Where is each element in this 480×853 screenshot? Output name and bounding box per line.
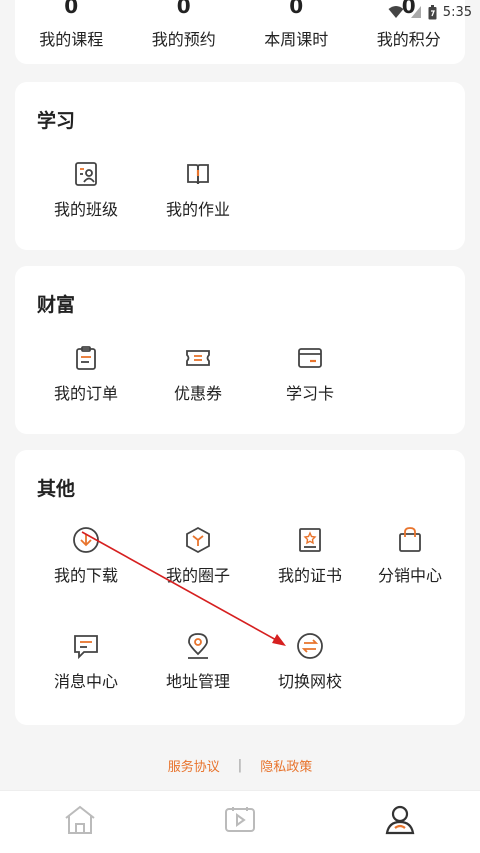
message-icon — [72, 632, 100, 660]
switch-icon — [296, 632, 324, 660]
location-icon — [184, 632, 212, 660]
stat-my-appointments[interactable]: 0 我的预约 — [128, 0, 241, 64]
bag-icon — [396, 526, 424, 554]
privacy-policy-link[interactable]: 隐私政策 — [260, 756, 312, 775]
stat-value: 0 — [289, 0, 304, 18]
study-section: 学习 我的班级 我的作业 — [15, 82, 465, 250]
homework-icon — [184, 160, 212, 188]
grid-item-label: 分销中心 — [377, 566, 442, 585]
coupon-icon — [184, 344, 212, 372]
circle-icon — [184, 526, 212, 554]
stat-label: 本周课时 — [264, 30, 329, 49]
my-orders-button[interactable]: 我的订单 — [30, 344, 142, 404]
address-management-button[interactable]: 地址管理 — [142, 632, 254, 692]
tab-profile[interactable] — [320, 791, 480, 853]
stat-label: 我的课程 — [39, 30, 104, 49]
stat-value: 0 — [176, 0, 191, 18]
grid-item-label: 学习卡 — [285, 384, 334, 403]
status-bar: 5:35 — [388, 0, 480, 24]
grid-item-label: 我的下载 — [53, 566, 118, 585]
my-downloads-button[interactable]: 我的下载 — [30, 526, 142, 586]
stat-value: 0 — [64, 0, 79, 18]
tab-video[interactable] — [160, 791, 320, 853]
grid-item-label: 我的作业 — [165, 200, 230, 219]
grid-item-label: 消息中心 — [53, 672, 118, 691]
section-title: 财富 — [37, 294, 76, 316]
signal-icon — [410, 5, 422, 19]
tab-home[interactable] — [0, 791, 160, 853]
coupons-button[interactable]: 优惠券 — [142, 344, 254, 404]
stat-label: 我的预约 — [151, 30, 216, 49]
message-center-button[interactable]: 消息中心 — [30, 632, 142, 692]
my-class-button[interactable]: 我的班级 — [30, 160, 142, 220]
stat-label: 我的积分 — [376, 30, 441, 49]
grid-item-label: 我的证书 — [277, 566, 342, 585]
service-agreement-link[interactable]: 服务协议 — [168, 756, 220, 775]
section-title: 学习 — [37, 110, 76, 132]
grid-item-label: 我的圈子 — [165, 566, 230, 585]
grid-item-label: 我的订单 — [53, 384, 118, 403]
order-icon — [72, 344, 100, 372]
class-icon — [72, 160, 100, 188]
other-section: 其他 我的下载 我的圈子 我的证书 分销中心 消息中心 地址管理 切换网校 — [15, 450, 465, 725]
card-icon — [296, 344, 324, 372]
profile-icon — [383, 804, 417, 840]
certificate-icon — [296, 526, 324, 554]
section-title: 其他 — [37, 478, 76, 500]
wealth-section: 财富 我的订单 优惠券 学习卡 — [15, 266, 465, 434]
grid-item-label: 切换网校 — [277, 672, 342, 691]
my-homework-button[interactable]: 我的作业 — [142, 160, 254, 220]
switch-school-button[interactable]: 切换网校 — [254, 632, 366, 692]
footer-links: 服务协议 | 隐私政策 — [0, 756, 480, 775]
home-icon — [63, 804, 97, 840]
my-certificates-button[interactable]: 我的证书 — [254, 526, 366, 586]
my-circles-button[interactable]: 我的圈子 — [142, 526, 254, 586]
grid-item-label: 优惠券 — [173, 384, 222, 403]
status-time: 5:35 — [442, 4, 472, 20]
footer-separator: | — [237, 758, 243, 773]
download-icon — [72, 526, 100, 554]
wifi-icon — [388, 5, 404, 19]
stat-weekly-hours[interactable]: 0 本周课时 — [240, 0, 353, 64]
grid-item-label: 地址管理 — [165, 672, 230, 691]
study-card-button[interactable]: 学习卡 — [254, 344, 366, 404]
video-icon — [223, 804, 257, 840]
stat-my-courses[interactable]: 0 我的课程 — [15, 0, 128, 64]
distribution-center-button[interactable]: 分销中心 — [354, 526, 466, 586]
grid-item-label: 我的班级 — [53, 200, 118, 219]
battery-icon — [428, 4, 437, 20]
bottom-tab-bar — [0, 790, 480, 853]
